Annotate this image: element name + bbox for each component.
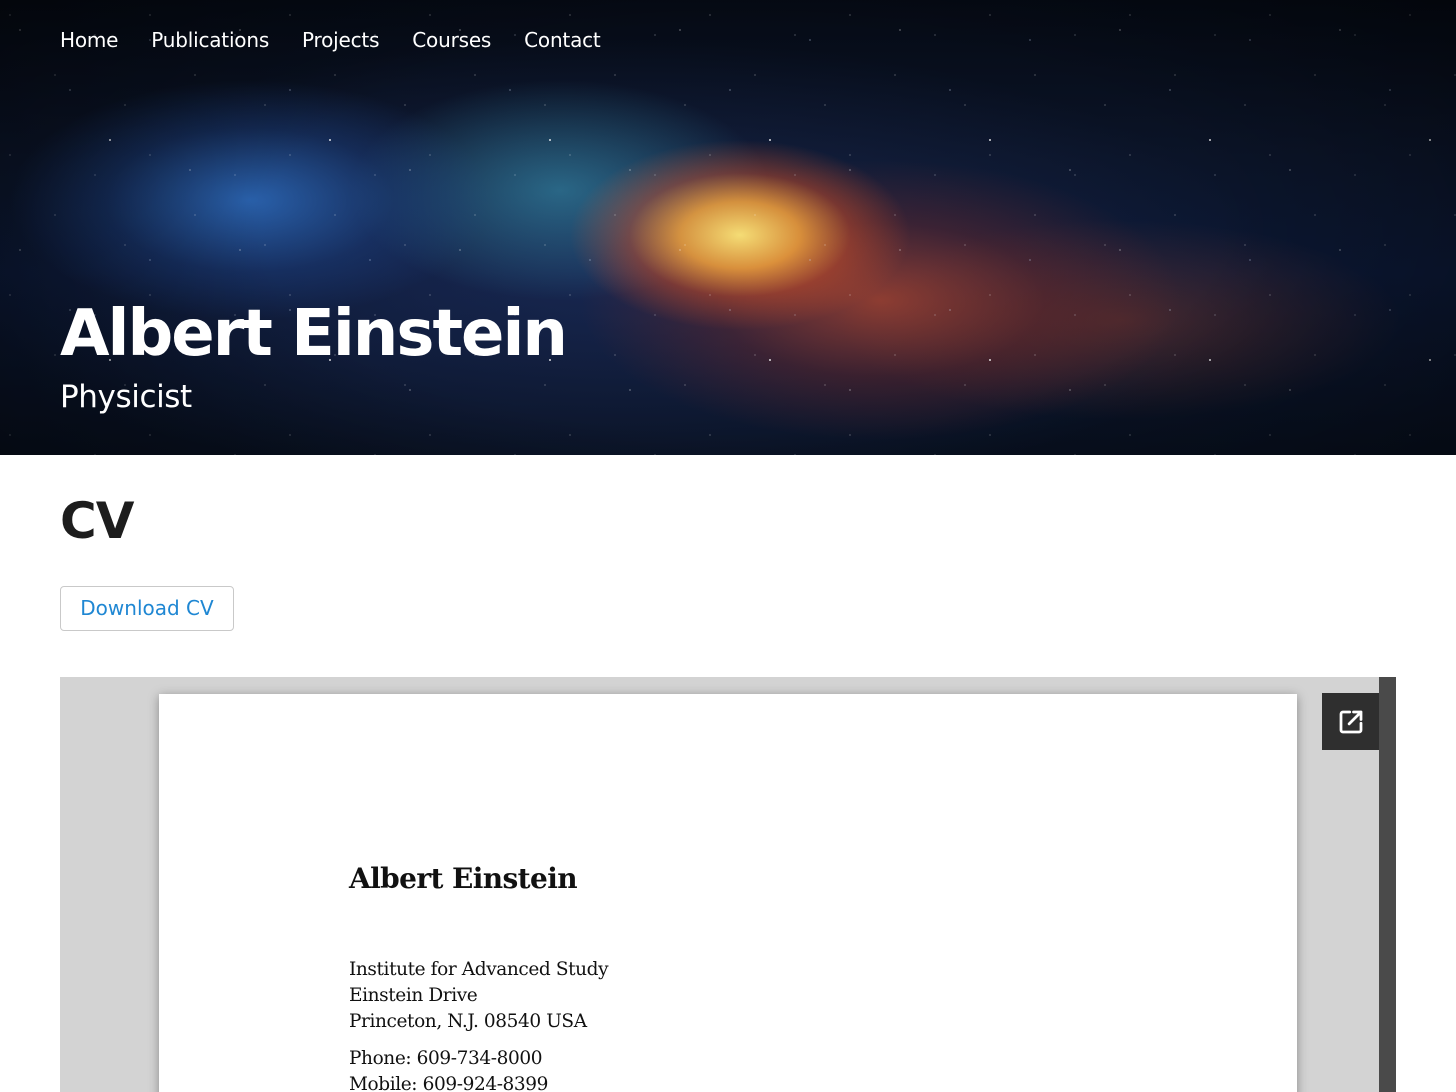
open-in-new-icon <box>1339 710 1362 733</box>
nav-link-publications[interactable]: Publications <box>151 22 269 58</box>
hero-banner: Home Publications Projects Courses Conta… <box>0 0 1456 455</box>
nav-link-courses[interactable]: Courses <box>412 22 491 58</box>
starfield-background <box>0 0 1456 455</box>
nav-link-home[interactable]: Home <box>60 22 118 58</box>
open-in-new-window-button[interactable] <box>1322 693 1379 750</box>
viewer-scrollbar[interactable] <box>1379 677 1396 1092</box>
page-title: CV <box>60 492 134 550</box>
cv-address-line: Institute for Advanced Study <box>349 959 609 980</box>
pdf-viewer[interactable]: Albert Einstein Institute for Advanced S… <box>60 677 1396 1092</box>
nav-link-contact[interactable]: Contact <box>524 22 601 58</box>
main-navigation: Home Publications Projects Courses Conta… <box>60 22 601 58</box>
site-subtitle: Physicist <box>60 379 192 415</box>
cv-mobile: Mobile: 609-924-8399 <box>349 1074 549 1092</box>
cv-name: Albert Einstein <box>349 862 578 895</box>
nav-link-projects[interactable]: Projects <box>302 22 379 58</box>
pdf-page: Albert Einstein Institute for Advanced S… <box>159 694 1297 1092</box>
site-title: Albert Einstein <box>60 297 568 371</box>
cv-address-line: Einstein Drive <box>349 985 478 1006</box>
cv-address: Institute for Advanced Study Einstein Dr… <box>349 957 609 1035</box>
cv-phone: Phone: 609-734-8000 <box>349 1048 543 1069</box>
cv-address-line: Princeton, N.J. 08540 USA <box>349 1011 587 1032</box>
download-cv-button[interactable]: Download CV <box>60 586 234 631</box>
hero-vignette <box>0 0 1456 455</box>
cv-contact: Phone: 609-734-8000 Mobile: 609-924-8399 <box>349 1046 548 1092</box>
starfield-background-layer <box>0 0 1456 455</box>
